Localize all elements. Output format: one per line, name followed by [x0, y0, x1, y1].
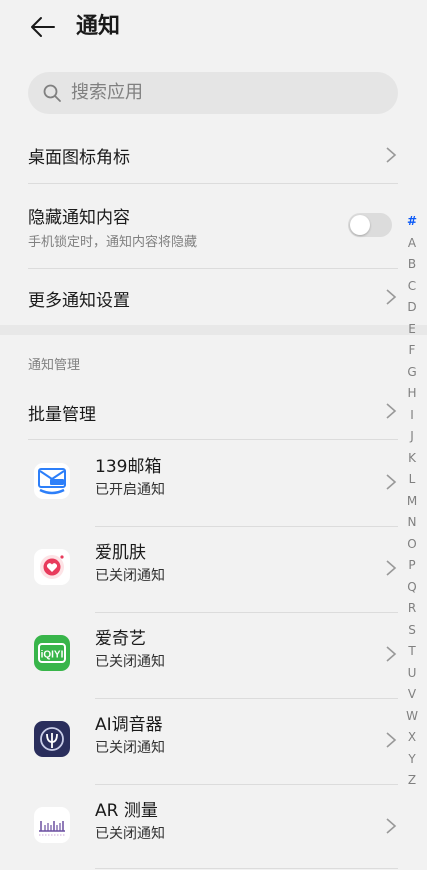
section-separator	[0, 325, 427, 335]
batch-manage-row[interactable]: 批量管理	[0, 386, 427, 438]
app-row-iqiyi[interactable]: iQIYI 爱奇艺 已关闭通知	[0, 612, 400, 698]
alphabet-index-e[interactable]: E	[408, 319, 416, 341]
divider	[28, 183, 398, 184]
alphabet-index-y[interactable]: Y	[408, 749, 415, 771]
alphabet-index-n[interactable]: N	[408, 512, 417, 534]
section-header-notification-management: 通知管理	[28, 358, 81, 373]
alphabet-index-q[interactable]: Q	[407, 577, 416, 599]
alphabet-index-w[interactable]: W	[406, 706, 418, 728]
page-title: 通知	[76, 14, 121, 39]
alphabet-index-t[interactable]: T	[408, 641, 415, 663]
app-name: 爱奇艺	[95, 629, 146, 649]
alphabet-index-r[interactable]: R	[408, 598, 416, 620]
svg-text:iQIYI: iQIYI	[41, 650, 64, 661]
chevron-right-icon	[386, 474, 397, 490]
batch-manage-label: 批量管理	[28, 405, 96, 425]
app-notification-status: 已关闭通知	[95, 740, 165, 756]
app-notification-status: 已关闭通知	[95, 826, 165, 842]
search-icon	[43, 84, 61, 102]
chevron-right-icon	[386, 147, 397, 163]
alphabet-index-v[interactable]: V	[408, 684, 416, 706]
divider	[28, 268, 398, 269]
alphabet-index-u[interactable]: U	[408, 663, 417, 685]
hide-content-label: 隐藏通知内容	[28, 208, 130, 228]
more-settings-label: 更多通知设置	[28, 291, 130, 311]
alphabet-index-x[interactable]: X	[408, 727, 416, 749]
alphabet-index-hash[interactable]: #	[407, 211, 417, 233]
hide-content-toggle[interactable]	[348, 213, 392, 237]
app-header: 通知	[0, 0, 427, 56]
chevron-right-icon	[386, 818, 397, 834]
alphabet-index-k[interactable]: K	[408, 448, 416, 470]
alphabet-index-j[interactable]: J	[410, 426, 414, 448]
app-row-ar-measure[interactable]: AR 测量 已关闭通知	[0, 784, 400, 870]
alphabet-index-c[interactable]: C	[408, 276, 416, 298]
hide-content-description: 手机锁定时，通知内容将隐藏	[28, 235, 198, 250]
chevron-right-icon	[386, 403, 397, 419]
app-row-139mail[interactable]: 139邮箱 已开启通知	[0, 440, 400, 526]
alphabet-index-p[interactable]: P	[408, 555, 415, 577]
more-settings-row[interactable]: 更多通知设置	[0, 270, 427, 324]
search-bar[interactable]: 搜索应用	[28, 72, 398, 114]
search-placeholder: 搜索应用	[71, 82, 143, 103]
alphabet-index-b[interactable]: B	[408, 254, 416, 276]
alphabet-index-z[interactable]: Z	[408, 770, 416, 792]
chevron-right-icon	[386, 646, 397, 662]
alphabet-index-i[interactable]: I	[410, 405, 414, 427]
ruler-icon	[34, 807, 70, 843]
app-name: AR 测量	[95, 801, 158, 821]
back-arrow-icon[interactable]	[28, 12, 58, 42]
mail-139-icon	[34, 463, 70, 499]
app-notification-status: 已关闭通知	[95, 568, 165, 584]
alphabet-index-f[interactable]: F	[409, 340, 416, 362]
alphabet-index-a[interactable]: A	[408, 233, 416, 255]
tuner-icon	[34, 721, 70, 757]
app-notification-status: 已关闭通知	[95, 654, 165, 670]
app-row-aijifu[interactable]: 爱肌肤 已关闭通知	[0, 526, 400, 612]
alphabet-index-m[interactable]: M	[407, 491, 417, 513]
app-name: 139邮箱	[95, 457, 162, 477]
heart-icon	[34, 549, 70, 585]
chevron-right-icon	[386, 289, 397, 305]
app-name: 爱肌肤	[95, 543, 146, 563]
toggle-knob	[350, 215, 370, 235]
chevron-right-icon	[386, 732, 397, 748]
alphabet-index-s[interactable]: S	[408, 620, 416, 642]
app-row-ai-tuner[interactable]: AI调音器 已关闭通知	[0, 698, 400, 784]
alphabet-index-o[interactable]: O	[407, 534, 416, 556]
chevron-right-icon	[386, 560, 397, 576]
alphabet-index-bar[interactable]: # A B C D E F G H I J K L M N O P Q R S T U V W X Y Z	[405, 211, 419, 792]
badge-setting-label: 桌面图标角标	[28, 148, 130, 168]
alphabet-index-g[interactable]: G	[407, 362, 416, 384]
app-notification-status: 已开启通知	[95, 482, 165, 498]
alphabet-index-h[interactable]: H	[407, 383, 416, 405]
alphabet-index-d[interactable]: D	[407, 297, 416, 319]
app-name: AI调音器	[95, 715, 163, 735]
iqiyi-icon: iQIYI	[34, 635, 70, 671]
badge-setting-row[interactable]: 桌面图标角标	[0, 130, 427, 182]
alphabet-index-l[interactable]: L	[409, 469, 416, 491]
